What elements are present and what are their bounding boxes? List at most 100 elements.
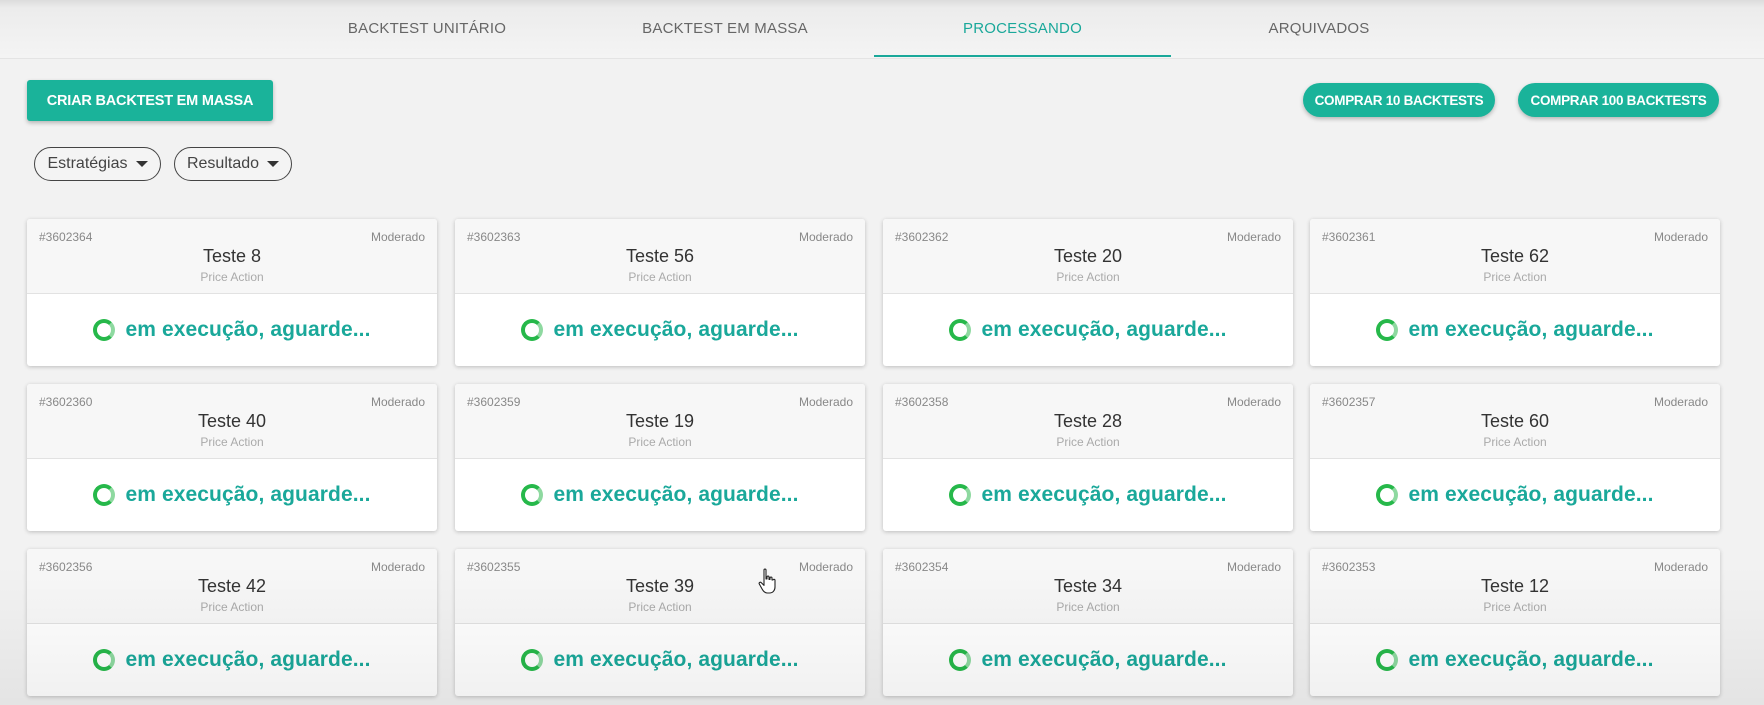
status-text: em execução, aguarde... <box>553 647 799 671</box>
loading-spinner-icon <box>521 483 544 506</box>
loading-spinner-icon <box>1376 648 1399 671</box>
card-id: #3602359 <box>467 395 521 409</box>
tab-arquivados[interactable]: ARQUIVADOS <box>1184 0 1454 58</box>
tab-processando[interactable]: PROCESSANDO <box>874 0 1171 58</box>
backtest-card[interactable]: #3602360 Moderado Teste 40 Price Action em e… <box>27 384 437 531</box>
card-header: #3602358 Moderado Teste 28 Price Action <box>883 384 1293 459</box>
card-status: em execução, aguarde... <box>455 293 865 366</box>
status-text: em execução, aguarde... <box>553 482 799 506</box>
loading-spinner-icon <box>949 648 972 671</box>
status-text: em execução, aguarde... <box>1408 482 1654 506</box>
status-text: em execução, aguarde... <box>1408 317 1654 341</box>
card-title: Teste 12 <box>1480 576 1550 596</box>
loading-spinner-icon <box>949 483 972 506</box>
card-risk-profile: Moderado <box>798 230 853 244</box>
card-risk-profile: Moderado <box>1226 395 1281 409</box>
card-id: #3602361 <box>1322 230 1376 244</box>
buy-100-backtests-button[interactable]: COMPRAR 100 BACKTESTS <box>1518 83 1719 117</box>
card-status: em execução, aguarde... <box>883 623 1293 696</box>
card-risk-profile: Moderado <box>1653 230 1708 244</box>
card-status: em execução, aguarde... <box>27 458 437 531</box>
card-strategy-type: Price Action <box>628 270 692 284</box>
loading-spinner-icon <box>1376 318 1399 341</box>
card-risk-profile: Moderado <box>1226 230 1281 244</box>
card-strategy-type: Price Action <box>1483 600 1547 614</box>
status-text: em execução, aguarde... <box>1408 647 1654 671</box>
loading-spinner-icon <box>93 648 116 671</box>
card-id: #3602363 <box>467 230 521 244</box>
card-id: #3602360 <box>39 395 93 409</box>
strategies-filter-dropdown[interactable]: Estratégias <box>34 147 161 181</box>
backtest-card[interactable]: #3602362 Moderado Teste 20 Price Action em e… <box>883 219 1293 366</box>
card-risk-profile: Moderado <box>798 560 853 574</box>
card-status: em execução, aguarde... <box>883 458 1293 531</box>
result-filter-label: Resultado <box>186 155 260 172</box>
card-title: Teste 20 <box>1053 246 1123 266</box>
card-strategy-type: Price Action <box>1483 270 1547 284</box>
card-id: #3602353 <box>1322 560 1376 574</box>
card-title: Teste 19 <box>625 411 695 431</box>
status-text: em execução, aguarde... <box>125 647 371 671</box>
card-header: #3602360 Moderado Teste 40 Price Action <box>27 384 437 459</box>
backtest-card[interactable]: #3602356 Moderado Teste 42 Price Action em e… <box>27 549 437 696</box>
card-risk-profile: Moderado <box>798 395 853 409</box>
card-title: Teste 28 <box>1053 411 1123 431</box>
backtest-card[interactable]: #3602361 Moderado Teste 62 Price Action em e… <box>1310 219 1720 366</box>
card-strategy-type: Price Action <box>1056 600 1120 614</box>
card-title: Teste 34 <box>1053 576 1123 596</box>
card-header: #3602356 Moderado Teste 42 Price Action <box>27 549 437 624</box>
card-status: em execução, aguarde... <box>883 293 1293 366</box>
status-text: em execução, aguarde... <box>981 482 1227 506</box>
card-strategy-type: Price Action <box>1056 270 1120 284</box>
card-risk-profile: Moderado <box>1653 560 1708 574</box>
card-strategy-type: Price Action <box>200 270 264 284</box>
backtest-card[interactable]: #3602353 Moderado Teste 12 Price Action em e… <box>1310 549 1720 696</box>
strategies-filter-label: Estratégias <box>47 155 128 172</box>
loading-spinner-icon <box>949 318 972 341</box>
backtest-card[interactable]: #3602357 Moderado Teste 60 Price Action em e… <box>1310 384 1720 531</box>
status-text: em execução, aguarde... <box>981 317 1227 341</box>
card-strategy-type: Price Action <box>628 435 692 449</box>
buy-10-backtests-button[interactable]: COMPRAR 10 BACKTESTS <box>1303 83 1495 117</box>
card-id: #3602362 <box>895 230 949 244</box>
card-title: Teste 56 <box>625 246 695 266</box>
card-header: #3602357 Moderado Teste 60 Price Action <box>1310 384 1720 459</box>
card-status: em execução, aguarde... <box>455 623 865 696</box>
active-tab-indicator <box>874 55 1171 57</box>
card-risk-profile: Moderado <box>1653 395 1708 409</box>
card-status: em execução, aguarde... <box>1310 458 1720 531</box>
card-risk-profile: Moderado <box>370 230 425 244</box>
caret-down-icon <box>267 161 280 167</box>
card-title: Teste 8 <box>202 246 262 266</box>
card-id: #3602357 <box>1322 395 1376 409</box>
loading-spinner-icon <box>521 648 544 671</box>
card-strategy-type: Price Action <box>1483 435 1547 449</box>
card-strategy-type: Price Action <box>200 435 264 449</box>
hand-pointer-icon <box>758 568 776 594</box>
card-status: em execução, aguarde... <box>455 458 865 531</box>
card-status: em execução, aguarde... <box>27 293 437 366</box>
card-risk-profile: Moderado <box>1226 560 1281 574</box>
backtest-card[interactable]: #3602355 Moderado Teste 39 Price Action em e… <box>455 549 865 696</box>
card-title: Teste 62 <box>1480 246 1550 266</box>
card-risk-profile: Moderado <box>370 395 425 409</box>
card-status: em execução, aguarde... <box>27 623 437 696</box>
card-title: Teste 39 <box>625 576 695 596</box>
tab-backtest-unitario[interactable]: BACKTEST UNITÁRIO <box>292 0 562 58</box>
top-navigation: BACKTEST UNITÁRIO BACKTEST EM MASSA PROC… <box>0 0 1764 59</box>
backtest-card[interactable]: #3602363 Moderado Teste 56 Price Action em e… <box>455 219 865 366</box>
backtest-card[interactable]: #3602359 Moderado Teste 19 Price Action em e… <box>455 384 865 531</box>
backtest-card[interactable]: #3602364 Moderado Teste 8 Price Action em ex… <box>27 219 437 366</box>
card-title: Teste 40 <box>197 411 267 431</box>
card-status: em execução, aguarde... <box>1310 623 1720 696</box>
tab-backtest-em-massa[interactable]: BACKTEST EM MASSA <box>590 0 860 58</box>
card-title: Teste 42 <box>197 576 267 596</box>
backtest-card[interactable]: #3602354 Moderado Teste 34 Price Action em e… <box>883 549 1293 696</box>
create-mass-backtest-button[interactable]: CRIAR BACKTEST EM MASSA <box>27 80 273 121</box>
loading-spinner-icon <box>521 318 544 341</box>
card-strategy-type: Price Action <box>1056 435 1120 449</box>
backtest-card[interactable]: #3602358 Moderado Teste 28 Price Action em e… <box>883 384 1293 531</box>
result-filter-dropdown[interactable]: Resultado <box>174 147 292 181</box>
card-id: #3602358 <box>895 395 949 409</box>
card-id: #3602355 <box>467 560 521 574</box>
